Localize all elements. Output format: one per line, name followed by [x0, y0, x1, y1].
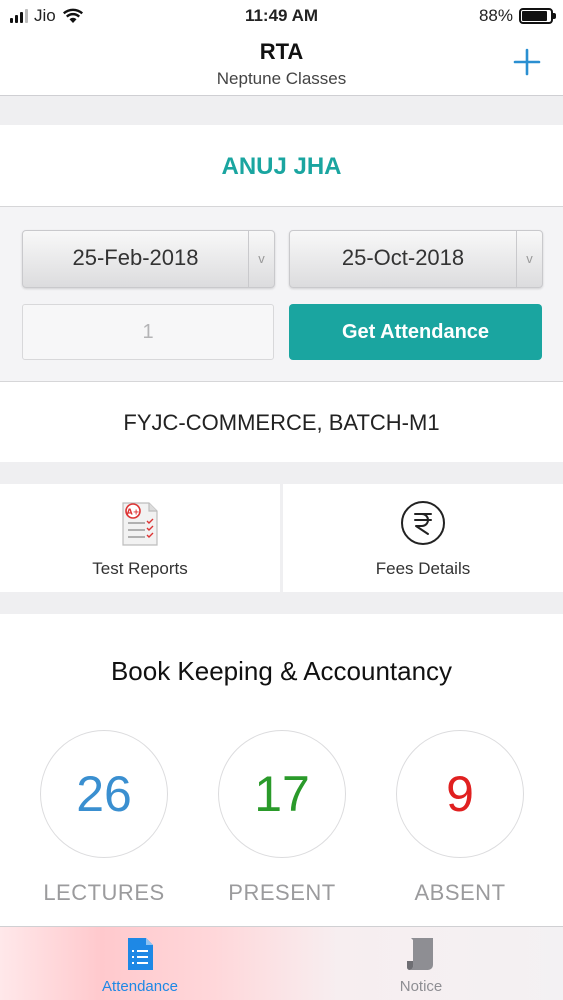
tab-notice-label: Notice [399, 978, 443, 995]
notice-icon [406, 938, 433, 971]
test-report-icon: A+ [122, 502, 158, 546]
attendance-filters: 25-Feb-2018 v 25-Oct-2018 v 1 Get Attend… [0, 207, 563, 382]
lectures-stat: 26 LECTURES [40, 730, 168, 905]
tab-notice[interactable]: Notice [321, 927, 521, 1000]
fees-details-label: Fees Details [375, 559, 471, 578]
quick-actions: A+ Test Reports Fees Details [0, 484, 563, 592]
page-subtitle: Neptune Classes [216, 69, 347, 88]
from-date-select[interactable]: 25-Feb-2018 v [22, 230, 275, 288]
status-right: 88% [478, 6, 556, 26]
tab-bar: Attendance Notice [0, 926, 563, 1000]
subject-title: Book Keeping & Accountancy [110, 656, 453, 686]
status-bar: Jio 11:49 AM 88% [0, 0, 563, 34]
add-button[interactable] [509, 42, 545, 82]
tab-attendance-label: Attendance [102, 978, 178, 995]
nav-header: RTA Neptune Classes [0, 34, 563, 96]
batch-info: FYJC-COMMERCE, BATCH-M1 [0, 382, 563, 462]
attendance-icon [128, 938, 153, 970]
present-label: PRESENT [228, 880, 336, 905]
svg-text:A+: A+ [127, 508, 140, 517]
rupee-icon [401, 501, 445, 545]
from-date-value: 25-Feb-2018 [72, 245, 199, 270]
present-count: 17 [218, 730, 346, 858]
test-reports-label: Test Reports [92, 559, 188, 578]
absent-label: ABSENT [414, 880, 506, 905]
fees-details-button[interactable]: Fees Details [283, 484, 563, 592]
lectures-count: 26 [40, 730, 168, 858]
plus-icon [513, 48, 541, 76]
tab-attendance[interactable]: Attendance [40, 927, 240, 1000]
to-date-value: 25-Oct-2018 [341, 245, 465, 270]
student-name: ANUJ JHA [221, 153, 342, 180]
lectures-label: LECTURES [43, 880, 165, 905]
student-card: ANUJ JHA [0, 125, 563, 207]
battery-percent: 88% [478, 6, 513, 25]
absent-stat: 9 ABSENT [396, 730, 524, 905]
present-stat: 17 PRESENT [218, 730, 346, 905]
get-attendance-button[interactable]: Get Attendance [289, 304, 542, 360]
chevron-down-icon: v [516, 231, 542, 287]
attendance-summary: Book Keeping & Accountancy 26 LECTURES 1… [0, 614, 563, 926]
page-title: RTA [259, 39, 304, 64]
batch-label: FYJC-COMMERCE, BATCH-M1 [123, 410, 440, 435]
chevron-down-icon: v [248, 231, 274, 287]
test-reports-button[interactable]: A+ Test Reports [0, 484, 280, 592]
count-field[interactable]: 1 [22, 304, 274, 360]
absent-count: 9 [396, 730, 524, 858]
battery-icon [519, 8, 556, 24]
to-date-select[interactable]: 25-Oct-2018 v [289, 230, 543, 288]
